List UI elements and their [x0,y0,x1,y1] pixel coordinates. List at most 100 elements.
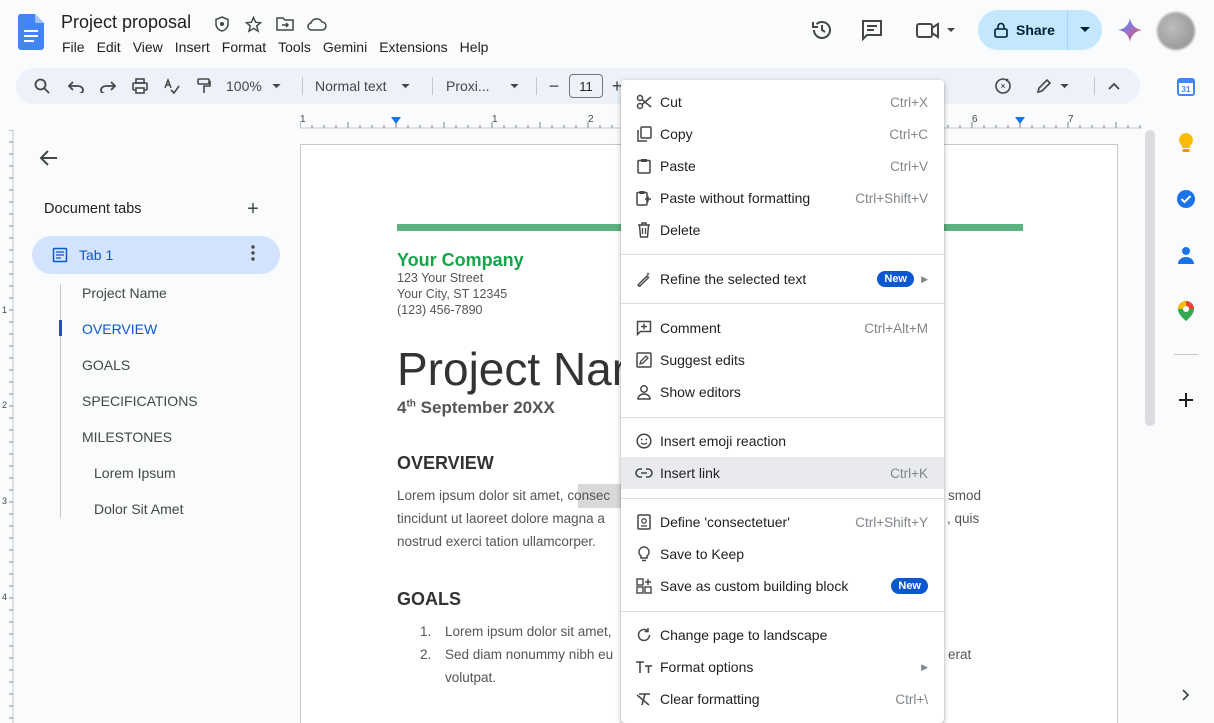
overview-line-3[interactable]: nostrud exerci tation ullamcorper. [397,530,596,553]
docs-logo-icon[interactable] [18,14,44,50]
smart-chip-icon[interactable] [992,74,1014,98]
overview-line-2[interactable]: tincidunt ut laoreet dolore magna a [397,507,605,530]
overview-line-1-tail[interactable]: smod [948,484,981,507]
redo-icon[interactable] [98,74,118,98]
tasks-icon[interactable] [1174,187,1198,211]
outline-item-lorem-ipsum[interactable]: Lorem Ipsum [94,465,176,481]
comments-icon[interactable] [858,16,886,44]
vertical-ruler[interactable]: 1 2 3 4 [0,130,14,723]
outline-item-goals[interactable]: GOALS [82,357,130,373]
indent-marker-left[interactable] [391,117,401,124]
menu-file[interactable]: File [56,37,91,57]
calendar-icon[interactable]: 31 [1174,75,1198,99]
menu-item-change-page-landscape[interactable]: Change page to landscape [621,619,944,651]
spellcheck-icon[interactable] [162,74,182,98]
goal-2-line-2[interactable]: volutpat. [445,666,496,689]
menu-item-refine-selected-text[interactable]: Refine the selected text New ▶ [621,263,944,295]
company-phone[interactable]: (123) 456-7890 [397,303,482,317]
company-name[interactable]: Your Company [397,250,524,271]
clear-format-icon [635,690,653,708]
outline-item-specifications[interactable]: SPECIFICATIONS [82,393,198,409]
menu-item-label: Paste [660,158,696,174]
menu-format[interactable]: Format [216,37,272,57]
menu-separator [621,417,944,418]
overview-line-2-tail[interactable]: , quis [947,507,979,530]
more-vert-icon[interactable] [243,245,263,265]
back-arrow-icon[interactable] [37,146,61,170]
zoom-select[interactable]: 100% [226,74,294,98]
goal-1-text[interactable]: Lorem ipsum dolor sit amet, [445,620,612,643]
company-city[interactable]: Your City, ST 12345 [397,287,507,301]
cloud-saved-icon[interactable] [306,14,328,34]
indent-marker-right[interactable] [1015,117,1025,124]
font-size-input[interactable]: 11 [569,74,603,98]
outline-item-overview[interactable]: OVERVIEW [82,321,157,337]
keep-icon[interactable] [1174,131,1198,155]
vertical-scrollbar[interactable] [1145,130,1155,426]
menu-view[interactable]: View [127,37,169,57]
menu-edit[interactable]: Edit [91,37,127,57]
font-family-select[interactable]: Proxi... [446,74,526,98]
add-comment-icon [635,319,653,337]
paragraph-style-select[interactable]: Normal text [315,74,421,98]
ruler-label: 2 [588,114,594,125]
chevron-right-icon[interactable] [1174,683,1198,707]
editing-mode-select[interactable] [1032,74,1072,98]
move-to-folder-icon[interactable] [275,14,295,34]
goals-heading[interactable]: GOALS [397,589,461,610]
search-menus-icon[interactable] [32,74,52,98]
menu-tools[interactable]: Tools [272,37,317,57]
menu-item-shortcut: Ctrl+X [890,94,928,110]
menu-help[interactable]: Help [454,37,495,57]
overview-line-1[interactable]: Lorem ipsum dolor sit amet, consec [397,484,610,507]
menu-separator [621,498,944,499]
caret-down-icon [1080,27,1090,32]
menu-item-copy[interactable]: Copy Ctrl+C [621,118,944,150]
menu-item-insert-emoji-reaction[interactable]: Insert emoji reaction [621,425,944,457]
menu-item-delete[interactable]: Delete [621,214,944,246]
maps-icon[interactable] [1174,299,1198,323]
shield-icon[interactable] [212,14,232,34]
menu-item-define[interactable]: Define 'consectetuer' Ctrl+Shift+Y [621,506,944,538]
project-date[interactable]: 4th September 20XX [397,398,555,418]
goal-2-tail[interactable]: erat [948,643,971,666]
add-tab-icon[interactable]: + [243,199,263,219]
paint-format-icon[interactable] [194,74,214,98]
menu-item-show-editors[interactable]: Show editors [621,376,944,408]
star-icon[interactable] [243,14,263,34]
outline-item-milestones[interactable]: MILESTONES [82,429,172,445]
outline-item-dolor-sit-amet[interactable]: Dolor Sit Amet [94,501,183,517]
menu-extensions[interactable]: Extensions [373,37,453,57]
share-dropdown-button[interactable] [1068,10,1102,50]
collapse-toolbar-icon[interactable] [1104,74,1124,98]
menu-item-paste[interactable]: Paste Ctrl+V [621,150,944,182]
undo-icon[interactable] [66,74,86,98]
goal-2-number: 2. [420,647,432,662]
share-button[interactable]: Share [978,10,1068,50]
menu-item-save-building-block[interactable]: Save as custom building block New [621,570,944,602]
goal-2-text[interactable]: Sed diam nonummy nibh eu [445,643,613,666]
add-addon-icon[interactable] [1174,388,1198,412]
document-title[interactable]: Project proposal [61,12,191,33]
menu-item-format-options[interactable]: Format options ▶ [621,651,944,683]
menu-item-suggest-edits[interactable]: Suggest edits [621,344,944,376]
menu-item-cut[interactable]: Cut Ctrl+X [621,86,944,118]
print-icon[interactable] [130,74,150,98]
decrease-font-size-button[interactable]: − [545,74,563,98]
gemini-icon[interactable] [1118,18,1142,42]
project-name-heading[interactable]: Project Nar [397,342,627,396]
version-history-icon[interactable] [808,16,836,44]
menu-insert[interactable]: Insert [169,37,216,57]
menu-item-insert-link[interactable]: Insert link Ctrl+K [621,457,944,489]
meet-icon[interactable] [912,16,958,44]
outline-item-project-name[interactable]: Project Name [82,285,167,301]
menu-item-paste-without-formatting[interactable]: Paste without formatting Ctrl+Shift+V [621,182,944,214]
menu-item-save-to-keep[interactable]: Save to Keep [621,538,944,570]
menu-gemini[interactable]: Gemini [317,37,373,57]
overview-heading[interactable]: OVERVIEW [397,453,494,474]
contacts-icon[interactable] [1174,243,1198,267]
menu-item-clear-formatting[interactable]: Clear formatting Ctrl+\ [621,683,944,715]
menu-item-comment[interactable]: Comment Ctrl+Alt+M [621,312,944,344]
account-avatar[interactable] [1157,12,1195,50]
company-street[interactable]: 123 Your Street [397,271,483,285]
